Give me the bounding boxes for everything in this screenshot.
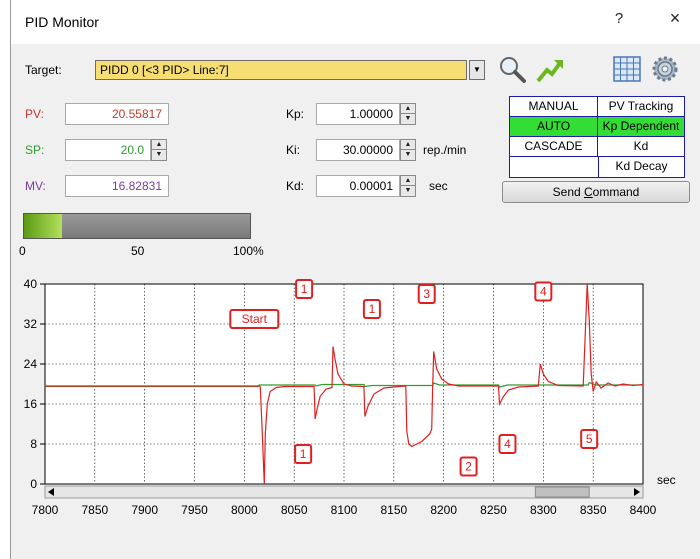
pv-field[interactable]: 20.55817 xyxy=(65,103,169,125)
x-tick-label: 8400 xyxy=(630,503,657,517)
annotation-label: 1 xyxy=(300,447,307,461)
x-tick-label: 8350 xyxy=(580,503,607,517)
ki-label: Ki: xyxy=(286,143,301,157)
mv-field[interactable]: 16.82831 xyxy=(65,175,169,197)
progress-tick-50: 50 xyxy=(131,244,145,258)
annotation-label: Start xyxy=(242,312,268,326)
mode-manual[interactable]: MANUAL xyxy=(510,97,598,117)
kp-stepper[interactable]: ▲ ▼ xyxy=(400,103,416,125)
sp-label: SP: xyxy=(25,143,45,157)
chart-scrollbar-thumb xyxy=(534,486,590,498)
kd-stepper[interactable]: ▲ ▼ xyxy=(400,175,416,197)
kd-field[interactable]: 0.00001 xyxy=(316,175,400,197)
x-tick-label: 8050 xyxy=(281,503,308,517)
x-tick-label: 7900 xyxy=(131,503,158,517)
target-select[interactable]: PIDD 0 [<3 PID> Line:7] xyxy=(95,60,467,80)
mode-pv-tracking[interactable]: PV Tracking xyxy=(598,97,684,117)
kd-label: Kd: xyxy=(286,179,305,193)
annotation-label: 3 xyxy=(423,287,430,301)
close-button[interactable]: × xyxy=(665,8,685,29)
send-command-label-end: ommand xyxy=(592,185,640,199)
annotation-label: 2 xyxy=(465,460,472,474)
mode-cascade[interactable]: CASCADE xyxy=(510,137,598,157)
mv-progress-bar xyxy=(23,213,251,239)
y-tick-label: 16 xyxy=(24,397,38,411)
ki-field[interactable]: 30.00000 xyxy=(316,139,400,161)
kp-label: Kp: xyxy=(286,107,305,121)
x-tick-label: 8200 xyxy=(430,503,457,517)
ki-stepper[interactable]: ▲ ▼ xyxy=(400,139,416,161)
pv-label: PV: xyxy=(25,107,44,121)
send-command-label-start: Send xyxy=(552,185,584,199)
annotation-label: 1 xyxy=(301,282,308,296)
y-tick-label: 0 xyxy=(30,477,37,491)
x-tick-label: 8250 xyxy=(480,503,507,517)
mode-kp-dependent[interactable]: Kp Dependent xyxy=(598,117,684,137)
x-tick-label: 7850 xyxy=(81,503,108,517)
x-tick-label: 7950 xyxy=(181,503,208,517)
mode-kd-decay[interactable]: Kd Decay xyxy=(598,157,684,177)
x-tick-label: 8100 xyxy=(331,503,358,517)
window-title: PID Monitor xyxy=(25,14,99,30)
title-bar: PID Monitor ? × xyxy=(11,0,700,44)
search-icon[interactable] xyxy=(497,54,527,84)
sp-field[interactable]: 20.0 xyxy=(65,139,151,161)
mv-label: MV: xyxy=(25,179,46,193)
send-command-button[interactable]: Send Command xyxy=(502,181,690,203)
ki-unit: rep./min xyxy=(423,143,467,157)
x-unit-label: sec xyxy=(657,473,676,487)
target-label: Target: xyxy=(25,63,62,77)
sp-stepper[interactable]: ▲ ▼ xyxy=(151,139,167,161)
y-tick-label: 8 xyxy=(30,437,37,451)
grid-icon[interactable] xyxy=(613,56,641,82)
mode-grid: MANUAL AUTO CASCADE PV Tracking Kp Depen… xyxy=(509,96,685,178)
annotation-label: 4 xyxy=(504,437,511,451)
x-tick-label: 7800 xyxy=(32,503,59,517)
y-tick-label: 24 xyxy=(24,357,38,371)
trend-up-icon[interactable] xyxy=(535,54,565,84)
trend-chart: 08162432407800 7850 7900 7950 8000 8050 8100 81… xyxy=(24,277,676,517)
x-tick-label: 8000 xyxy=(231,503,258,517)
kd-unit: sec xyxy=(429,179,448,193)
help-button[interactable]: ? xyxy=(609,10,629,27)
y-tick-label: 32 xyxy=(24,317,38,331)
pid-monitor-window: PID Monitor ? × Target: PIDD 0 [<3 PID> … xyxy=(10,0,700,559)
x-tick-label: 8300 xyxy=(530,503,557,517)
annotation-label: 4 xyxy=(540,285,547,299)
mv-progress-fill xyxy=(24,214,63,238)
progress-tick-0: 0 xyxy=(19,244,26,258)
y-tick-label: 40 xyxy=(24,277,38,291)
annotation-label: 1 xyxy=(369,302,376,316)
progress-tick-100: 100% xyxy=(233,244,264,258)
gear-icon[interactable] xyxy=(651,55,679,83)
x-tick-label: 8150 xyxy=(380,503,407,517)
mode-auto[interactable]: AUTO xyxy=(510,117,598,137)
mode-kd[interactable]: Kd xyxy=(598,137,684,157)
send-command-mnemonic: C xyxy=(584,185,593,199)
target-dropdown-arrow[interactable]: ▼ xyxy=(469,60,485,80)
annotation-label: 5 xyxy=(586,432,593,446)
kp-field[interactable]: 1.00000 xyxy=(316,103,400,125)
